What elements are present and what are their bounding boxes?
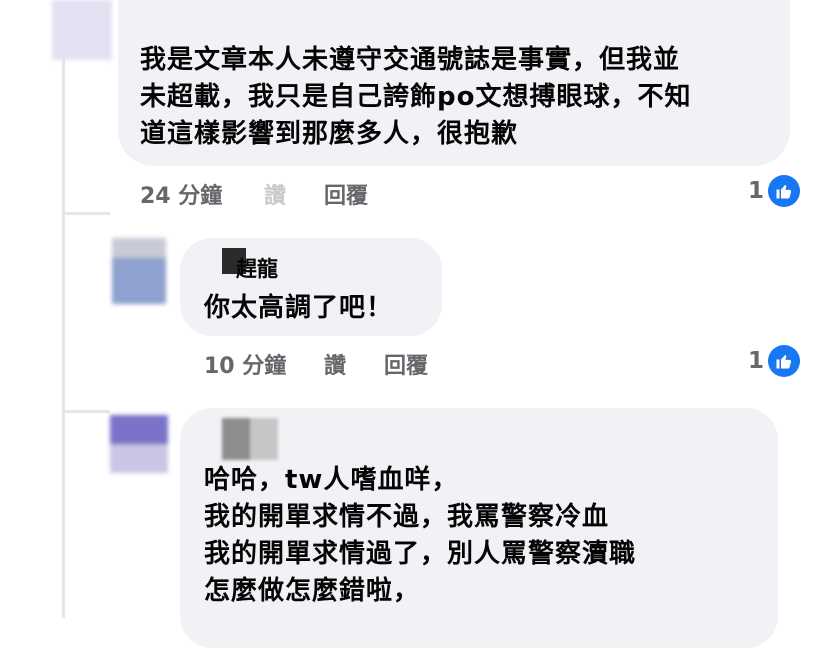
reply-button[interactable]: 回覆 [324,178,368,210]
comment-text-line: 怎麼做怎麼錯啦， [204,576,421,606]
comment-timestamp[interactable]: 10 分鐘 [204,348,286,380]
thread-connector-2 [62,212,110,215]
like-button[interactable]: 讚 [324,348,346,380]
comment-text: 你太高調了吧！ [204,290,393,327]
reaction-summary[interactable]: 1 [748,345,801,377]
thread-line-main [62,40,65,618]
author-name-mosaic [222,418,278,460]
comment-text-line: 未超載，我只是自己誇飾po文想搏眼球，不知 [140,82,692,112]
comment-text-line: 我的開單求情不過，我罵警察冷血 [204,502,610,532]
avatar[interactable] [110,415,168,473]
avatar[interactable] [52,0,112,60]
comment-text-line: 我的開單求情過了，別人罵警察瀆職 [204,539,637,569]
like-button[interactable]: 讚 [264,178,286,210]
comment-text-line: 哈哈，tw人嗜血咩， [204,465,459,495]
comment-timestamp[interactable]: 24 分鐘 [140,178,222,210]
reply-button[interactable]: 回覆 [384,348,428,380]
comment-text: 哈哈，tw人嗜血咩， 我的開單求情不過，我罵警察冷血 我的開單求情過了，別人罵警… [204,462,764,610]
comment-author[interactable]: 趕龍 [236,253,278,283]
reaction-summary[interactable]: 1 [748,175,801,207]
thumbs-up-icon [768,175,801,207]
comment-text: 我是文章本人未遵守交通號誌是事實，但我並 未超載，我只是自己誇飾po文想搏眼球，… [140,42,780,153]
thumbs-up-icon [768,345,801,377]
thread-connector-3 [62,410,110,413]
avatar[interactable] [112,238,166,304]
comment-text-line: 你太高調了吧！ [204,293,394,323]
reaction-count: 1 [748,348,765,374]
comment-text-line: 我是文章本人未遵守交通號誌是事實，但我並 [140,45,681,75]
comment-text-line: 道這樣影響到那麼多人，很抱歉 [140,119,519,149]
reaction-count: 1 [748,178,765,204]
